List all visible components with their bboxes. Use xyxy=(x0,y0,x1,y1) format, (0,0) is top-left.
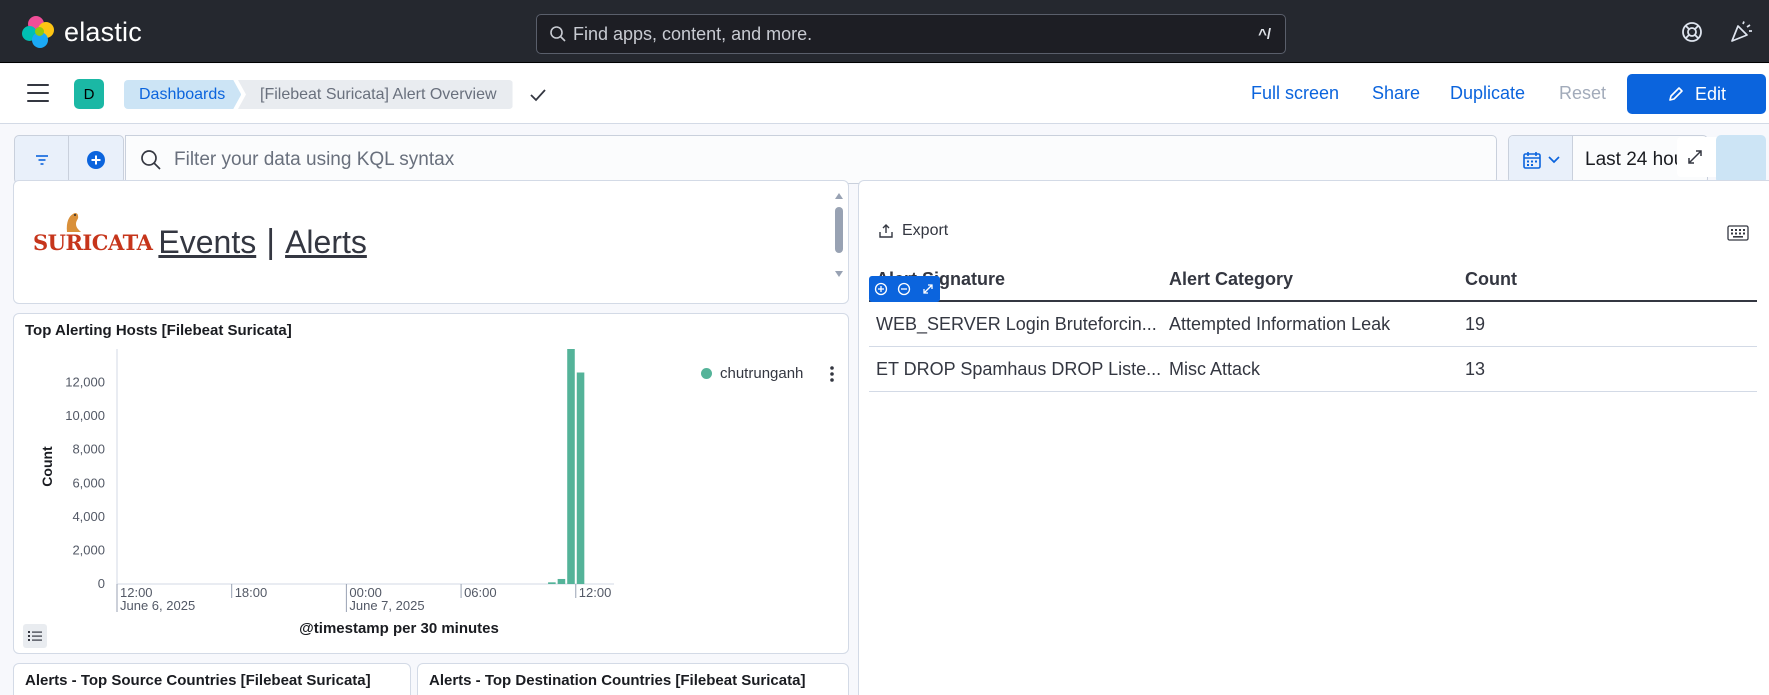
duplicate-link[interactable]: Duplicate xyxy=(1450,83,1525,104)
filter-menu-button[interactable] xyxy=(15,136,69,183)
cell-count[interactable]: 13 xyxy=(1461,359,1757,380)
panel-title: Alerts - Top Source Countries [Filebeat … xyxy=(25,672,371,689)
cell-category[interactable]: Misc Attack xyxy=(1165,359,1461,380)
global-search-input[interactable]: Find apps, content, and more. ^/ xyxy=(536,14,1286,54)
saved-check-icon[interactable] xyxy=(528,86,548,104)
y-tick-label: 8,000 xyxy=(72,442,105,457)
y-tick-label: 2,000 xyxy=(72,542,105,557)
filter-icon xyxy=(35,154,48,165)
breadcrumb-current-dashboard: [Filebeat Suricata] Alert Overview xyxy=(238,80,513,109)
list-icon xyxy=(28,631,42,641)
edit-button[interactable]: Edit xyxy=(1627,74,1766,114)
help-icon[interactable] xyxy=(1680,20,1704,44)
markdown-content: SURICATA Events | Alerts xyxy=(33,212,367,262)
x-tick-label: 18:00 xyxy=(235,585,268,600)
plus-circle-icon xyxy=(87,150,105,169)
table-row: ET DROP Spamhaus DROP Liste... Misc Atta… xyxy=(869,347,1757,392)
edit-label: Edit xyxy=(1694,83,1727,104)
export-icon xyxy=(879,224,893,238)
search-placeholder: Find apps, content, and more. xyxy=(573,23,813,44)
y-axis-title: Count xyxy=(39,446,55,487)
x-tick-sublabel: June 6, 2025 xyxy=(120,598,195,613)
filter-in-icon[interactable] xyxy=(874,282,888,296)
suricata-logo: SURICATA xyxy=(33,212,153,255)
share-link[interactable]: Share xyxy=(1372,83,1420,104)
elastic-logo-icon xyxy=(22,16,54,48)
hosts-bar-chart[interactable]: 0 2,000 4,000 6,000 8,000 10,000 12,000 Count 12… xyxy=(14,314,849,654)
dashboard-nav-bar: D Dashboards [Filebeat Suricata] Alert O… xyxy=(0,64,1769,124)
cell-signature[interactable]: ET DROP Spamhaus DROP Liste... xyxy=(869,359,1165,380)
top-source-countries-panel: Alerts - Top Source Countries [Filebeat … xyxy=(13,663,411,695)
link-separator: | xyxy=(266,223,276,261)
export-label: Export xyxy=(902,222,949,239)
alerts-table: Alert Signature Alert Category Count WEB… xyxy=(869,258,1757,392)
kql-search-input[interactable]: Filter your data using KQL syntax xyxy=(125,135,1497,184)
top-header: elastic Find apps, content, and more. ^/ xyxy=(0,0,1769,63)
whats-new-icon[interactable] xyxy=(1729,20,1753,44)
meerkat-icon xyxy=(66,212,81,232)
cell-hover-actions xyxy=(869,276,940,302)
suricata-logo-text: SURICATA xyxy=(33,230,153,255)
menu-icon[interactable] xyxy=(27,84,49,102)
keyboard-icon[interactable] xyxy=(1727,225,1749,241)
chevron-down-icon xyxy=(1547,155,1560,163)
pencil-icon xyxy=(1669,87,1683,101)
calendar-icon xyxy=(1522,151,1541,169)
refresh-button[interactable] xyxy=(1716,135,1766,184)
y-tick-label: 10,000 xyxy=(65,408,105,423)
search-icon xyxy=(550,26,566,42)
x-tick-sublabel: June 7, 2025 xyxy=(349,598,424,613)
x-axis-title: @timestamp per 30 minutes xyxy=(299,620,499,637)
brand-name: elastic xyxy=(64,16,142,47)
y-tick-label: 4,000 xyxy=(72,509,105,524)
kql-placeholder: Filter your data using KQL syntax xyxy=(174,148,455,170)
bar xyxy=(557,578,566,584)
add-filter-button[interactable] xyxy=(69,136,123,183)
x-tick-label: 06:00 xyxy=(464,585,497,600)
panel-title: Alerts - Top Destination Countries [File… xyxy=(429,672,806,689)
table-row: WEB_SERVER Login Bruteforcin... Attempte… xyxy=(869,302,1757,347)
column-header-category[interactable]: Alert Category xyxy=(1165,269,1461,290)
table-header: Alert Signature Alert Category Count xyxy=(869,258,1757,302)
cell-count[interactable]: 19 xyxy=(1461,314,1757,335)
breadcrumb-dashboards[interactable]: Dashboards xyxy=(124,80,241,109)
panel-scrollbar[interactable] xyxy=(832,187,846,283)
export-button[interactable]: Export xyxy=(878,222,948,240)
alerts-link[interactable]: Alerts xyxy=(285,224,367,261)
cell-signature[interactable]: WEB_SERVER Login Bruteforcin... xyxy=(869,314,1165,335)
quick-menu-button[interactable] xyxy=(1509,136,1573,183)
reset-link[interactable]: Reset xyxy=(1559,83,1606,104)
filter-controls xyxy=(14,135,124,184)
y-tick-label: 0 xyxy=(98,576,105,591)
column-header-count[interactable]: Count xyxy=(1461,269,1757,290)
markdown-links-panel: SURICATA Events | Alerts xyxy=(13,180,849,304)
top-alerting-hosts-panel: Top Alerting Hosts [Filebeat Suricata] c… xyxy=(13,313,849,654)
elastic-home-link[interactable]: elastic xyxy=(22,16,142,48)
y-tick-label: 12,000 xyxy=(65,375,105,390)
y-tick-label: 6,000 xyxy=(72,475,105,490)
app: elastic Find apps, content, and more. ^/… xyxy=(0,0,1769,695)
events-link[interactable]: Events xyxy=(158,224,256,261)
full-screen-link[interactable]: Full screen xyxy=(1251,83,1339,104)
bar xyxy=(567,349,575,584)
space-avatar[interactable]: D xyxy=(74,79,104,109)
bar xyxy=(576,372,585,584)
search-icon xyxy=(141,149,161,170)
filter-out-icon[interactable] xyxy=(897,282,911,296)
cell-category[interactable]: Attempted Information Leak xyxy=(1165,314,1461,335)
time-range-label: Last 24 hou xyxy=(1585,148,1685,170)
legend-toggle-button[interactable] xyxy=(23,624,47,648)
search-shortcut: ^/ xyxy=(1258,25,1271,43)
expand-cell-icon[interactable] xyxy=(921,282,935,296)
bar xyxy=(548,582,556,584)
top-destination-countries-panel: Alerts - Top Destination Countries [File… xyxy=(417,663,849,695)
x-tick-label: 12:00 xyxy=(579,585,612,600)
maximize-icon[interactable] xyxy=(1686,148,1704,166)
